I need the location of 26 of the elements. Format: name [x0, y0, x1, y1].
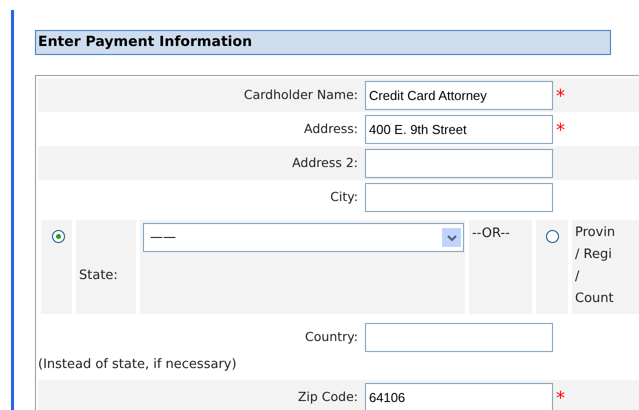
- required-marker: *: [556, 122, 565, 140]
- field-label: Address 2:: [291, 154, 359, 172]
- input-field[interactable]: [365, 322, 553, 352]
- province-label: / Regi: [575, 246, 612, 264]
- input-field[interactable]: Credit Card Attorney: [365, 80, 553, 110]
- input-field[interactable]: 64106: [365, 382, 553, 410]
- state-label: State:: [79, 267, 118, 286]
- input-field[interactable]: [365, 148, 553, 178]
- or-text: --OR--: [472, 226, 510, 241]
- input-field[interactable]: [365, 182, 553, 212]
- field-label: Zip Code:: [296, 388, 359, 406]
- province-label: /: [575, 268, 580, 286]
- radio-button[interactable]: [52, 230, 65, 243]
- field-label: Address:: [303, 120, 359, 138]
- province-label: Provin: [575, 224, 616, 242]
- section-heading: Enter Payment Information: [35, 30, 611, 55]
- required-marker: *: [556, 88, 565, 106]
- province-label: Count: [575, 290, 614, 308]
- input-field[interactable]: 400 E. 9th Street: [365, 114, 553, 144]
- state-select[interactable]: ——: [143, 223, 464, 252]
- required-marker: *: [556, 390, 565, 408]
- field-label: Cardholder Name:: [242, 86, 359, 104]
- radio-button[interactable]: [546, 230, 559, 243]
- country-note: (Instead of state, if necessary): [38, 356, 237, 374]
- field-label: Country:: [304, 328, 359, 346]
- field-label: City:: [329, 188, 359, 206]
